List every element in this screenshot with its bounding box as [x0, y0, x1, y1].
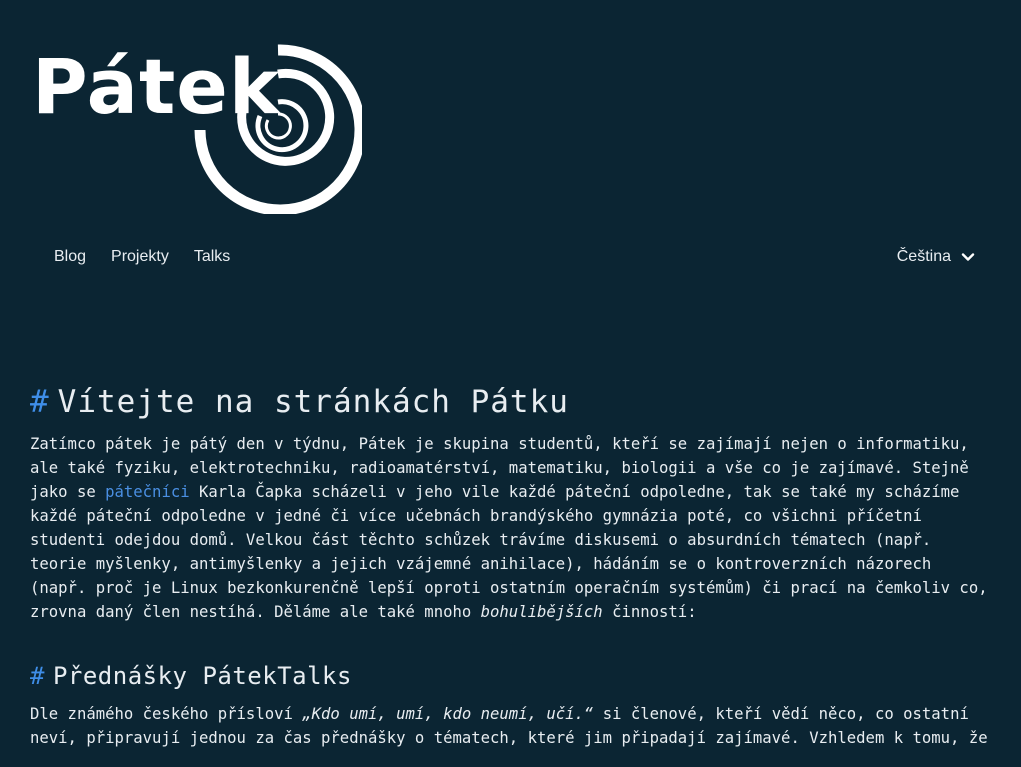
heading-talks: # Přednášky PátekTalks	[30, 658, 995, 694]
section-welcome: # Vítejte na stránkách Pátku Zatímco páte…	[30, 380, 995, 624]
language-selector[interactable]: Čeština	[897, 246, 975, 268]
paragraph-text: Dle známého českého přísloví	[30, 705, 303, 723]
emphasis-quote: „Kdo umí, umí, kdo neumí, učí.“	[302, 705, 594, 723]
heading-welcome: # Vítejte na stránkách Pátku	[30, 380, 995, 424]
paragraph-text: činností:	[602, 603, 697, 621]
nav-link-projekty[interactable]: Projekty	[111, 246, 169, 268]
welcome-paragraph: Zatímco pátek je pátý den v týdnu, Pátek…	[30, 432, 995, 624]
section-talks: # Přednášky PátekTalks Dle známého českéh…	[30, 658, 995, 750]
talks-paragraph: Dle známého českého přísloví „Kdo umí, u…	[30, 702, 995, 750]
main-content: # Vítejte na stránkách Pátku Zatímco páte…	[30, 380, 995, 750]
site-logo[interactable]: Pátek	[32, 44, 362, 214]
nav-link-talks[interactable]: Talks	[194, 246, 230, 268]
paragraph-text: Karla Čapka scházeli v jeho vile každé p…	[30, 483, 988, 621]
link-patecnici[interactable]: pátečníci	[105, 483, 190, 501]
emphasis-text: bohulibějších	[480, 603, 603, 621]
heading-welcome-text: Vítejte na stránkách Pátku	[57, 384, 569, 420]
heading-anchor[interactable]: #	[30, 662, 45, 690]
heading-talks-text: Přednášky PátekTalks	[52, 662, 352, 690]
nav-link-blog[interactable]: Blog	[54, 246, 86, 268]
language-label: Čeština	[896, 248, 951, 265]
main-nav: Blog Projekty Talks	[54, 246, 230, 268]
logo-text: Pátek	[32, 42, 281, 131]
chevron-down-icon	[961, 253, 975, 261]
heading-anchor[interactable]: #	[30, 384, 50, 420]
